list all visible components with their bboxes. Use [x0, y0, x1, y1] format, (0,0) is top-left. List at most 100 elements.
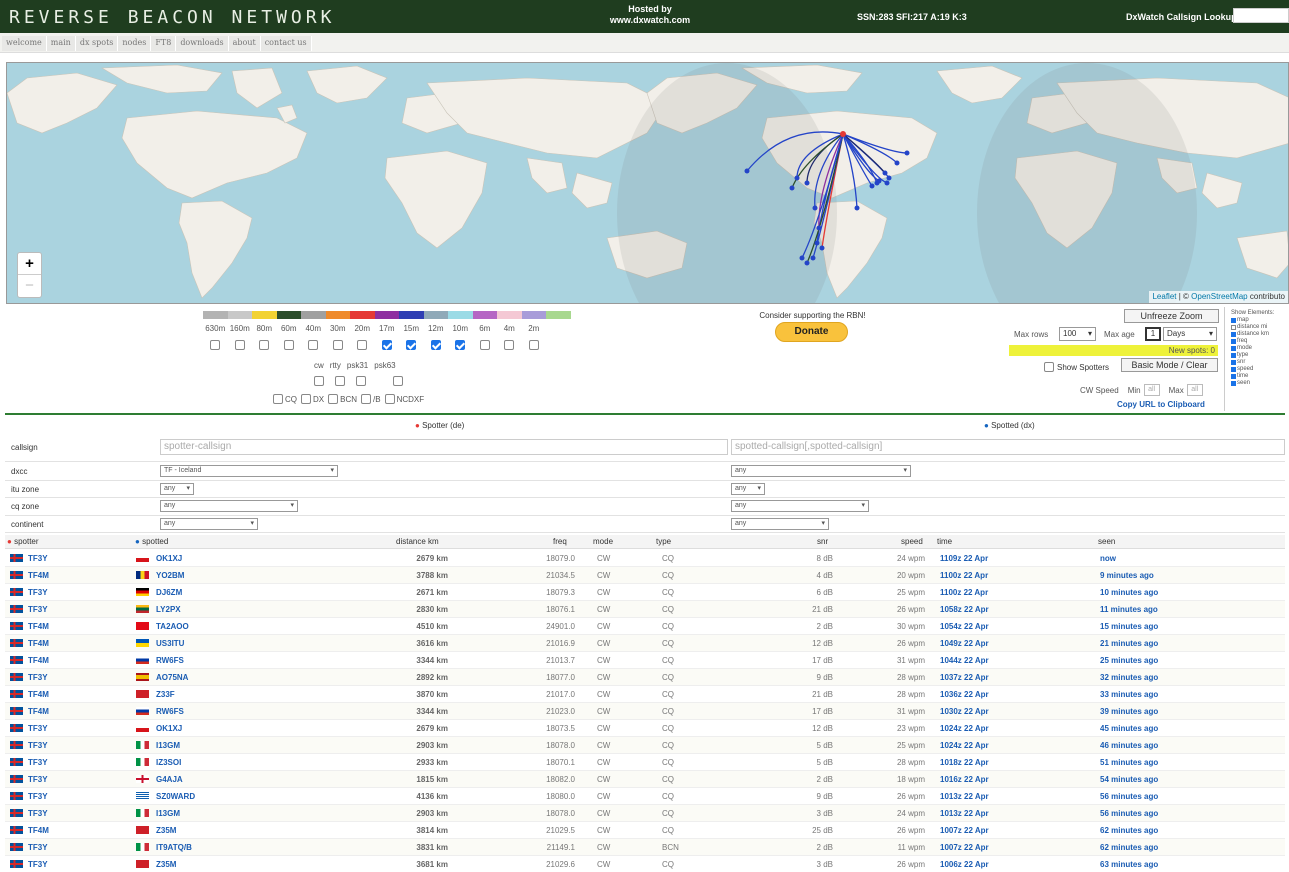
- spotter-callsign[interactable]: TF4M: [28, 571, 49, 580]
- spotter-callsign[interactable]: TF4M: [28, 690, 49, 699]
- type-checkbox-cq[interactable]: [273, 394, 283, 404]
- type-checkbox-b[interactable]: [361, 394, 372, 404]
- band-checkbox-630m[interactable]: [210, 340, 221, 350]
- time-cell[interactable]: 1016z 22 Apr: [940, 775, 989, 784]
- spotter-callsign[interactable]: TF4M: [28, 656, 49, 665]
- time-cell[interactable]: 1018z 22 Apr: [940, 758, 989, 767]
- band-checkbox-17m[interactable]: [381, 340, 392, 350]
- show-element-checkbox[interactable]: [1231, 367, 1236, 372]
- show-element-distance-mi[interactable]: distance mi: [1231, 324, 1274, 331]
- nav-ft8[interactable]: FT8: [151, 36, 177, 51]
- spotter-callsign[interactable]: TF3Y: [28, 673, 48, 682]
- zoom-out-button[interactable]: −: [18, 275, 41, 297]
- spotted-callsign[interactable]: I13GM: [156, 809, 180, 818]
- dxcc-spotter-select[interactable]: TF - Iceland ▾: [160, 465, 338, 477]
- time-cell[interactable]: 1013z 22 Apr: [940, 809, 989, 818]
- band-checkbox-12m[interactable]: [430, 340, 441, 350]
- col-mode[interactable]: mode: [593, 537, 613, 546]
- nav-welcome[interactable]: welcome: [2, 36, 47, 51]
- band-checkbox-60m[interactable]: [283, 340, 294, 350]
- spotted-callsign[interactable]: Z33F: [156, 690, 175, 699]
- time-cell[interactable]: 1100z 22 Apr: [940, 571, 988, 580]
- band-checkbox-20m[interactable]: [357, 340, 368, 350]
- type-checkbox-ncdxf[interactable]: [384, 394, 395, 404]
- show-element-time[interactable]: time: [1231, 373, 1274, 380]
- max-age-input[interactable]: 1: [1145, 327, 1161, 341]
- unfreeze-zoom-button[interactable]: Unfreeze Zoom: [1124, 309, 1219, 323]
- spotter-callsign[interactable]: TF3Y: [28, 724, 48, 733]
- time-cell[interactable]: 1037z 22 Apr: [940, 673, 989, 682]
- spot-map[interactable]: + − Leaflet | © OpenStreetMap contributo: [6, 62, 1289, 304]
- map-canvas[interactable]: [7, 63, 1289, 304]
- show-element-distance-km[interactable]: distance km: [1231, 331, 1274, 338]
- nav-dx-spots[interactable]: dx spots: [76, 36, 119, 51]
- spotter-callsign[interactable]: TF3Y: [28, 741, 48, 750]
- spotter-callsign[interactable]: TF4M: [28, 622, 49, 631]
- max-rows-select[interactable]: 100 ▾: [1059, 327, 1096, 341]
- cw-speed-min-input[interactable]: all: [1143, 384, 1160, 396]
- col-seen[interactable]: seen: [1098, 537, 1115, 546]
- spotted-callsign[interactable]: G4AJA: [156, 775, 183, 784]
- nav-about[interactable]: about: [229, 36, 261, 51]
- cq-spotted-select[interactable]: any ▾: [731, 500, 869, 512]
- spotter-callsign[interactable]: TF4M: [28, 826, 49, 835]
- mode-checkbox-psk63[interactable]: [393, 376, 403, 386]
- time-cell[interactable]: 1044z 22 Apr: [940, 656, 989, 665]
- spotted-callsign-input[interactable]: spotted-callsign[,spotted-callsign]: [731, 439, 1285, 455]
- show-element-checkbox[interactable]: [1231, 339, 1236, 344]
- cq-spotter-select[interactable]: any ▾: [160, 500, 298, 512]
- show-element-map[interactable]: map: [1231, 317, 1274, 324]
- show-element-checkbox[interactable]: [1231, 374, 1236, 379]
- time-cell[interactable]: 1049z 22 Apr: [940, 639, 989, 648]
- col-speed[interactable]: speed: [901, 537, 923, 546]
- cw-speed-max-input[interactable]: all: [1186, 384, 1203, 396]
- time-cell[interactable]: 1058z 22 Apr: [940, 605, 989, 614]
- band-checkbox-6m[interactable]: [479, 340, 490, 350]
- itu-spotted-select[interactable]: any ▾: [731, 483, 765, 495]
- time-cell[interactable]: 1024z 22 Apr: [940, 741, 989, 750]
- show-element-checkbox[interactable]: [1231, 318, 1236, 323]
- show-spotters-checkbox[interactable]: [1044, 362, 1054, 372]
- spotted-callsign[interactable]: AO75NA: [156, 673, 188, 682]
- spotter-callsign[interactable]: TF3Y: [28, 860, 48, 869]
- site-logo[interactable]: REVERSE BEACON NETWORK: [9, 7, 335, 28]
- zoom-in-button[interactable]: +: [18, 253, 41, 275]
- spotted-callsign[interactable]: IT9ATQ/B: [156, 843, 192, 852]
- spotted-callsign[interactable]: RW6FS: [156, 707, 184, 716]
- mode-checkbox-psk31[interactable]: [356, 376, 366, 386]
- show-element-mode[interactable]: mode: [1231, 345, 1274, 352]
- show-element-checkbox[interactable]: [1231, 381, 1236, 386]
- spotter-callsign[interactable]: TF3Y: [28, 605, 48, 614]
- show-element-seen[interactable]: seen: [1231, 380, 1274, 387]
- leaflet-link[interactable]: Leaflet: [1152, 292, 1176, 301]
- time-cell[interactable]: 1007z 22 Apr: [940, 826, 989, 835]
- band-checkbox-160m[interactable]: [234, 340, 245, 350]
- nav-contact-us[interactable]: contact us: [261, 36, 312, 51]
- callsign-lookup-input[interactable]: [1233, 8, 1289, 23]
- spotted-callsign[interactable]: I13GM: [156, 741, 180, 750]
- spotter-callsign[interactable]: TF3Y: [28, 775, 48, 784]
- basic-mode-button[interactable]: Basic Mode / Clear: [1121, 358, 1218, 372]
- continent-spotter-select[interactable]: any ▾: [160, 518, 258, 530]
- time-cell[interactable]: 1054z 22 Apr: [940, 622, 989, 631]
- band-checkbox-2m[interactable]: [528, 340, 539, 350]
- time-cell[interactable]: 1013z 22 Apr: [940, 792, 989, 801]
- show-element-checkbox[interactable]: [1231, 325, 1236, 330]
- show-element-checkbox[interactable]: [1231, 353, 1236, 358]
- dxcc-spotted-select[interactable]: any ▾: [731, 465, 911, 477]
- osm-link[interactable]: OpenStreetMap: [1191, 292, 1247, 301]
- spotter-callsign[interactable]: TF3Y: [28, 758, 48, 767]
- col-spotted[interactable]: ● spotted: [135, 537, 168, 546]
- spotted-callsign[interactable]: RW6FS: [156, 656, 184, 665]
- spotter-callsign[interactable]: TF4M: [28, 639, 49, 648]
- spotted-callsign[interactable]: TA2AOO: [156, 622, 189, 631]
- show-element-speed[interactable]: speed: [1231, 366, 1274, 373]
- spotter-callsign[interactable]: TF3Y: [28, 843, 48, 852]
- band-checkbox-80m[interactable]: [259, 340, 270, 350]
- spotted-callsign[interactable]: OK1XJ: [156, 724, 182, 733]
- spotted-callsign[interactable]: LY2PX: [156, 605, 181, 614]
- col-type[interactable]: type: [656, 537, 671, 546]
- col-freq[interactable]: freq: [553, 537, 567, 546]
- spotted-callsign[interactable]: Z35M: [156, 826, 176, 835]
- donate-button[interactable]: Donate: [775, 322, 848, 342]
